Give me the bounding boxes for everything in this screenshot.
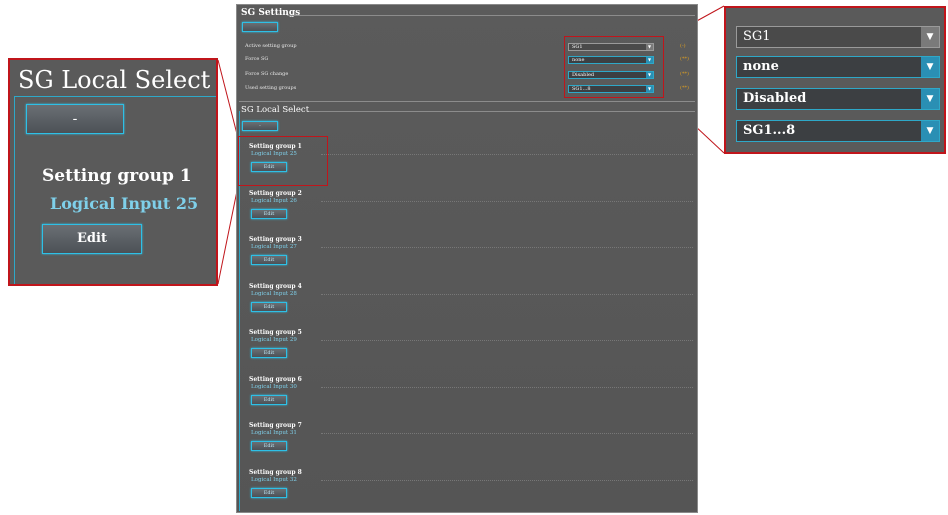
sg-local-select-rule — [309, 111, 695, 112]
zoom-used-setting-groups-select[interactable]: SG1...8 ▼ — [736, 120, 940, 142]
setting-group-title: Setting group 7 — [249, 422, 302, 429]
setting-group-divider — [321, 480, 693, 481]
zoom-minus-button[interactable]: - — [26, 104, 124, 134]
sg-settings-title: SG Settings — [241, 8, 301, 18]
hint-used-setting-groups: (**) — [680, 85, 689, 91]
setting-group-edit-button[interactable]: Edit — [251, 441, 287, 451]
sg-local-select-minus-button[interactable]: - — [242, 121, 278, 131]
zoom-sg-local-select: SG Local Select - Setting group 1 Logica… — [8, 58, 218, 286]
chevron-down-icon: ▼ — [921, 89, 939, 109]
row-label-force-sg: Force SG — [245, 56, 269, 62]
zoom-force-sg-value: none — [743, 59, 779, 74]
setting-group-title: Setting group 8 — [249, 469, 302, 476]
chevron-down-icon: ▼ — [921, 27, 939, 47]
row-label-used-setting-groups: Used setting groups — [245, 85, 297, 91]
setting-group-divider — [321, 154, 693, 155]
setting-group-logical-input[interactable]: Logical Input 30 — [251, 384, 297, 390]
hint-active-setting-group: (-) — [680, 43, 686, 49]
setting-group-title: Setting group 4 — [249, 283, 302, 290]
zoom-force-sg-change-select[interactable]: Disabled ▼ — [736, 88, 940, 110]
highlight-sg-dropdowns — [564, 36, 664, 98]
row-label-force-sg-change: Force SG change — [245, 71, 289, 77]
setting-group-title: Setting group 5 — [249, 329, 302, 336]
row-label-active-setting-group: Active setting group — [245, 43, 297, 49]
setting-group-logical-input[interactable]: Logical Input 31 — [251, 430, 297, 436]
zoom-setting-group-title: Setting group 1 — [42, 166, 192, 186]
highlight-setting-group-1 — [238, 136, 328, 186]
setting-group-divider — [321, 387, 693, 388]
sg-settings-rule — [287, 15, 695, 16]
setting-group-logical-input[interactable]: Logical Input 32 — [251, 477, 297, 483]
setting-group-title: Setting group 6 — [249, 376, 302, 383]
zoom-left-border — [14, 96, 15, 284]
sg-settings-top-button[interactable] — [242, 22, 278, 32]
zoom-edit-button[interactable]: Edit — [42, 224, 142, 254]
chevron-down-icon: ▼ — [921, 121, 939, 141]
zoom-top-rule — [14, 96, 216, 97]
chevron-down-icon: ▼ — [921, 57, 939, 77]
zoom-sg-dropdowns: SG1 ▼ none ▼ Disabled ▼ SG1...8 ▼ — [724, 6, 946, 154]
setting-group-logical-input[interactable]: Logical Input 29 — [251, 337, 297, 343]
zoom-active-setting-group-value: SG1 — [743, 29, 771, 44]
setting-group-logical-input[interactable]: Logical Input 28 — [251, 291, 297, 297]
setting-group-edit-button[interactable]: Edit — [251, 395, 287, 405]
zoom-used-setting-groups-value: SG1...8 — [743, 123, 796, 138]
setting-group-divider — [321, 247, 693, 248]
setting-group-edit-button[interactable]: Edit — [251, 255, 287, 265]
sg-local-select-top-rule — [239, 101, 695, 102]
zoom-force-sg-select[interactable]: none ▼ — [736, 56, 940, 78]
zoom-logical-input-link[interactable]: Logical Input 25 — [50, 194, 198, 213]
setting-group-divider — [321, 433, 693, 434]
hint-force-sg: (**) — [680, 56, 689, 62]
setting-group-logical-input[interactable]: Logical Input 27 — [251, 244, 297, 250]
setting-group-logical-input[interactable]: Logical Input 26 — [251, 198, 297, 204]
zoom-force-sg-change-value: Disabled — [743, 91, 807, 106]
zoom-active-setting-group-select[interactable]: SG1 ▼ — [736, 26, 940, 48]
hint-force-sg-change: (**) — [680, 71, 689, 77]
setting-group-divider — [321, 201, 693, 202]
setting-group-title: Setting group 2 — [249, 190, 302, 197]
setting-group-divider — [321, 340, 693, 341]
setting-group-edit-button[interactable]: Edit — [251, 348, 287, 358]
setting-group-title: Setting group 3 — [249, 236, 302, 243]
setting-group-edit-button[interactable]: Edit — [251, 209, 287, 219]
setting-group-edit-button[interactable]: Edit — [251, 488, 287, 498]
sg-local-select-title: SG Local Select — [241, 105, 310, 115]
setting-group-divider — [321, 294, 693, 295]
setting-group-edit-button[interactable]: Edit — [251, 302, 287, 312]
zoom-sg-local-select-title: SG Local Select — [18, 66, 211, 94]
